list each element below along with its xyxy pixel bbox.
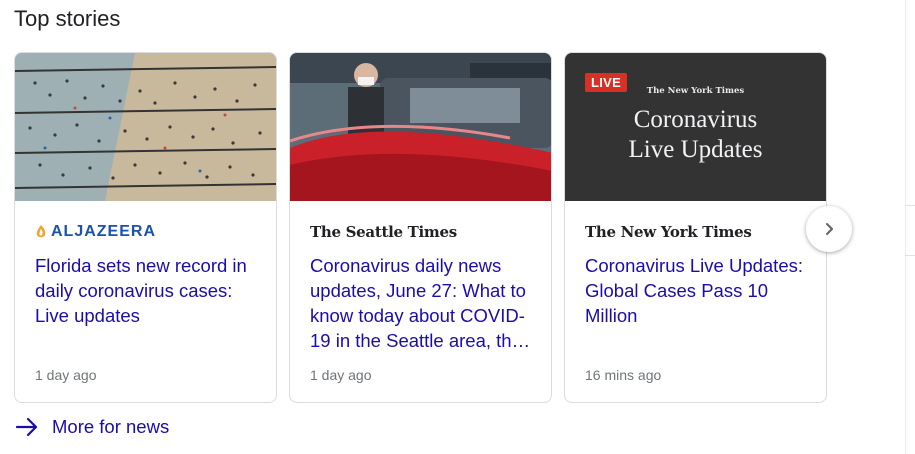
story-thumbnail-beach xyxy=(15,53,276,201)
story-source-name: The New York Times xyxy=(585,223,752,241)
right-edge-tick xyxy=(905,255,915,256)
story-headline[interactable]: Florida sets new record in daily coronav… xyxy=(35,253,260,328)
section-title: Top stories xyxy=(14,6,121,31)
arrow-right-icon xyxy=(15,417,38,437)
story-source-name: The Seattle Times xyxy=(310,223,457,241)
aljazeera-logo-icon xyxy=(36,225,46,238)
right-edge-tick xyxy=(905,205,915,206)
story-source: The Seattle Times xyxy=(310,221,457,243)
story-card-nyt[interactable]: LIVE The New York Times Coronavirus Live… xyxy=(564,52,827,403)
story-timestamp: 1 day ago xyxy=(35,367,97,383)
story-card-aljazeera[interactable]: ALJAZEERA Florida sets new record in dai… xyxy=(14,52,277,403)
story-source: The New York Times xyxy=(585,221,752,243)
story-timestamp: 16 mins ago xyxy=(585,367,662,383)
story-headline[interactable]: Coronavirus daily news updates, June 27:… xyxy=(310,253,535,353)
thumbnail-masthead: The New York Times xyxy=(646,86,745,96)
story-source-name: ALJAZEERA xyxy=(51,223,157,240)
thumbnail-title-line1: Coronavirus xyxy=(633,106,758,133)
thumbnail-title-line2: Live Updates xyxy=(628,136,763,163)
story-headline[interactable]: Coronavirus Live Updates: Global Cases P… xyxy=(585,253,810,328)
story-thumbnail-live-updates: LIVE The New York Times Coronavirus Live… xyxy=(565,53,826,201)
more-news-label: More for news xyxy=(52,416,170,437)
more-news-link[interactable]: More for news xyxy=(14,416,169,438)
thumbnail-title: Coronavirus Live Updates xyxy=(565,105,826,165)
story-card-seattle-times[interactable]: The Seattle Times Coronavirus daily news… xyxy=(289,52,552,403)
chevron-right-icon xyxy=(826,223,833,235)
story-thumbnail-cars xyxy=(290,53,551,201)
story-source: ALJAZEERA xyxy=(35,221,156,243)
story-timestamp: 1 day ago xyxy=(310,367,372,383)
carousel-next-button[interactable] xyxy=(806,206,852,252)
right-edge-divider xyxy=(905,0,906,454)
